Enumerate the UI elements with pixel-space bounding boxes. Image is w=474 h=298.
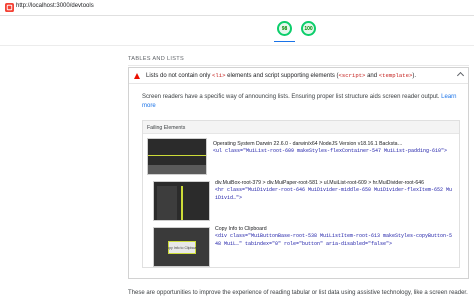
node-snippet: <ul class="MuiList-root-609 makeStyles-f… bbox=[213, 148, 448, 154]
address-bar: http://localhost:3000/devtools bbox=[0, 0, 474, 16]
audit-title-text: Lists do not contain only bbox=[146, 73, 213, 79]
highlight-line bbox=[148, 155, 206, 156]
section-divider bbox=[128, 65, 469, 66]
audit-title-text: ). bbox=[412, 73, 417, 79]
element-screenshot-thumbnail[interactable]: Copy Info to Clipboard bbox=[153, 227, 210, 267]
node-snippet: <div class="MuiButtonBase-root-538 MuiLi… bbox=[215, 233, 453, 247]
thumbnail-button-text: Copy Info to Clipboard bbox=[164, 245, 200, 250]
audit-title-text: elements and script supporting elements … bbox=[225, 73, 339, 79]
url-text[interactable]: http://localhost:3000/devtools bbox=[16, 3, 94, 9]
fail-triangle-icon bbox=[134, 73, 140, 79]
thumbnail-button: Copy Info to Clipboard bbox=[165, 241, 199, 254]
failing-element-row[interactable]: div.MuiBox-root-379 > div.MuiPaper-root-… bbox=[143, 179, 459, 223]
score-value: 98 bbox=[281, 25, 288, 32]
node-label: div.MuiBox-root-379 > div.MuiPaper-root-… bbox=[215, 180, 424, 186]
active-gauge-indicator bbox=[274, 41, 295, 42]
node-label: Copy Info to Clipboard bbox=[215, 226, 267, 232]
audit-title-code: <script> bbox=[338, 72, 366, 79]
audit-title-code: <li> bbox=[212, 72, 226, 79]
topbar-divider bbox=[0, 15, 474, 16]
audit-title-text: and bbox=[365, 73, 379, 79]
score-gauge-accessibility[interactable]: 98 bbox=[277, 21, 292, 36]
chevron-up-icon[interactable] bbox=[456, 71, 465, 80]
audit-title: Lists do not contain only <li> elements … bbox=[146, 72, 416, 79]
section-title: TABLES AND LISTS bbox=[128, 56, 184, 62]
failing-element-row[interactable]: Copy Info to Clipboard Copy Info to Clip… bbox=[143, 225, 459, 269]
audit-title-code: <template> bbox=[378, 72, 413, 79]
audit-header[interactable]: Lists do not contain only <li> elements … bbox=[129, 68, 468, 84]
node-snippet: <hr class="MuiDivider-root-646 MuiDivide… bbox=[215, 187, 453, 201]
failing-element-row[interactable]: Operating System Darwin 22.6.0 - darwin/… bbox=[143, 136, 459, 176]
page-favicon-icon bbox=[5, 3, 14, 12]
failing-elements-label: Failing Elements bbox=[147, 125, 186, 131]
section-footer-text: These are opportunities to improve the e… bbox=[128, 290, 468, 296]
element-screenshot-thumbnail[interactable] bbox=[153, 181, 210, 221]
failing-elements-table: Failing Elements Operating System Darwin… bbox=[142, 120, 460, 268]
score-gauge-best-practices[interactable]: 100 bbox=[301, 21, 316, 36]
highlight-line bbox=[181, 186, 183, 220]
element-screenshot-thumbnail[interactable] bbox=[147, 138, 207, 175]
thumbnail-panel bbox=[157, 186, 177, 220]
failing-elements-header: Failing Elements bbox=[143, 121, 459, 134]
node-label: Operating System Darwin 22.6.0 - darwin/… bbox=[213, 141, 403, 147]
thumbnail-bar bbox=[148, 165, 206, 174]
audit-description: Screen readers have a specific way of an… bbox=[142, 93, 464, 111]
audit-list-elements: Lists do not contain only <li> elements … bbox=[128, 67, 469, 279]
description-text: Screen readers have a specific way of an… bbox=[142, 94, 440, 100]
score-value: 100 bbox=[304, 25, 313, 32]
header-divider bbox=[0, 45, 474, 46]
